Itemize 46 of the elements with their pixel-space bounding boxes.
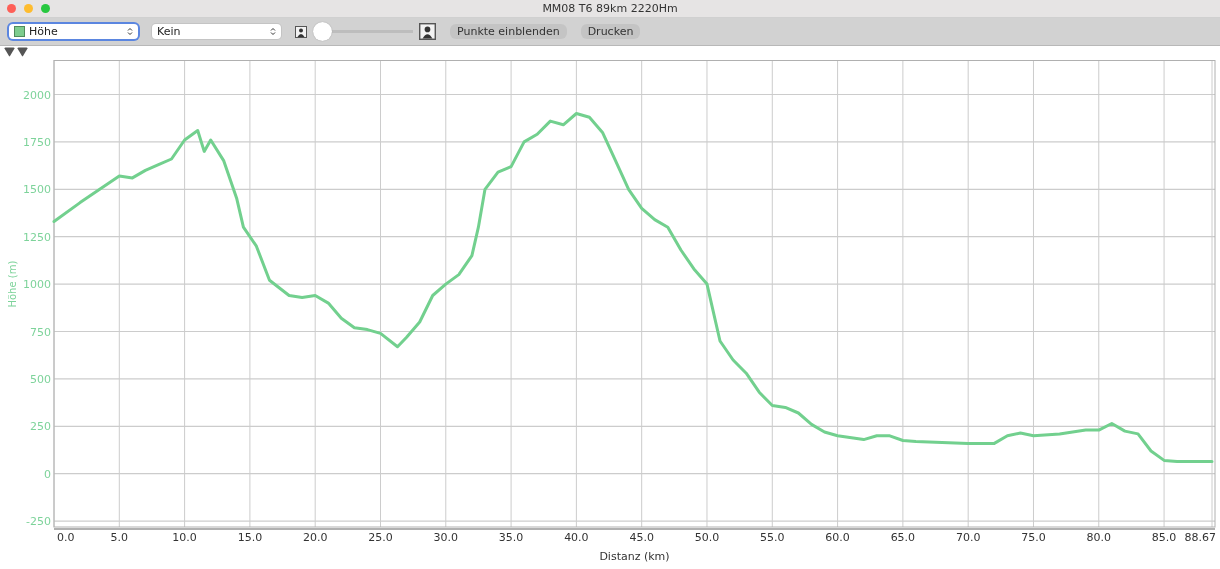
x-axis-title: Distanz (km) bbox=[599, 550, 670, 563]
y-tick-label: 750 bbox=[30, 325, 51, 339]
x-tick-label: 25.0 bbox=[368, 531, 393, 544]
y-tick-label: 1500 bbox=[23, 183, 51, 197]
zoom-button[interactable] bbox=[41, 4, 50, 13]
triangle-down-icon[interactable] bbox=[4, 47, 15, 57]
x-tick-label: 55.0 bbox=[760, 531, 785, 544]
person-small-icon bbox=[295, 25, 307, 38]
toolbar-button[interactable]: Punkte einblenden bbox=[450, 24, 567, 39]
x-tick-label: 0.0 bbox=[57, 531, 75, 544]
x-tick-label: 88.67 bbox=[1184, 531, 1216, 544]
y-tick-label: 1750 bbox=[23, 135, 51, 149]
x-tick-label: 30.0 bbox=[433, 531, 459, 544]
triangle-down-icon[interactable] bbox=[17, 47, 28, 57]
y-tick-label: 0 bbox=[44, 467, 51, 481]
x-tick-label: 15.0 bbox=[237, 531, 263, 544]
y-tick-label: -250 bbox=[26, 515, 51, 529]
x-tick-label: 65.0 bbox=[890, 531, 916, 544]
x-tick-label: 80.0 bbox=[1086, 531, 1111, 544]
x-tick-label: 50.0 bbox=[694, 531, 720, 544]
y-tick-label: 250 bbox=[30, 420, 51, 434]
close-button[interactable] bbox=[7, 4, 16, 13]
x-tick-label: 45.0 bbox=[629, 531, 654, 544]
x-tick-label: 20.0 bbox=[302, 531, 328, 544]
x-tick-label: 40.0 bbox=[564, 531, 589, 544]
slider-thumb[interactable] bbox=[313, 22, 332, 41]
window-title: MM08 T6 89km 2220Hm bbox=[542, 2, 678, 15]
y-tick-label: 1000 bbox=[23, 278, 51, 292]
dropdown[interactable]: Höhe bbox=[9, 24, 138, 39]
x-tick-label: 85.0 bbox=[1151, 531, 1177, 544]
y-tick-label: 2000 bbox=[23, 88, 51, 102]
person-large-icon bbox=[419, 23, 436, 40]
y-tick-label: 500 bbox=[30, 372, 51, 386]
y-tick-label: 1250 bbox=[23, 230, 51, 244]
chevron-icon bbox=[127, 27, 133, 36]
x-tick-label: 35.0 bbox=[498, 531, 524, 544]
y-axis-title: Höhe (m) bbox=[7, 260, 18, 308]
x-tick-label: 10.0 bbox=[172, 531, 197, 544]
x-tick-label: 60.0 bbox=[825, 531, 850, 544]
minimize-button[interactable] bbox=[24, 4, 33, 13]
x-tick-label: 75.0 bbox=[1021, 531, 1046, 544]
x-tick-label: 5.0 bbox=[110, 531, 129, 544]
x-tick-label: 70.0 bbox=[955, 531, 981, 544]
dropdown[interactable]: Kein bbox=[152, 24, 281, 39]
toolbar-button[interactable]: Drucken bbox=[580, 24, 641, 39]
chevron-icon bbox=[270, 27, 276, 36]
